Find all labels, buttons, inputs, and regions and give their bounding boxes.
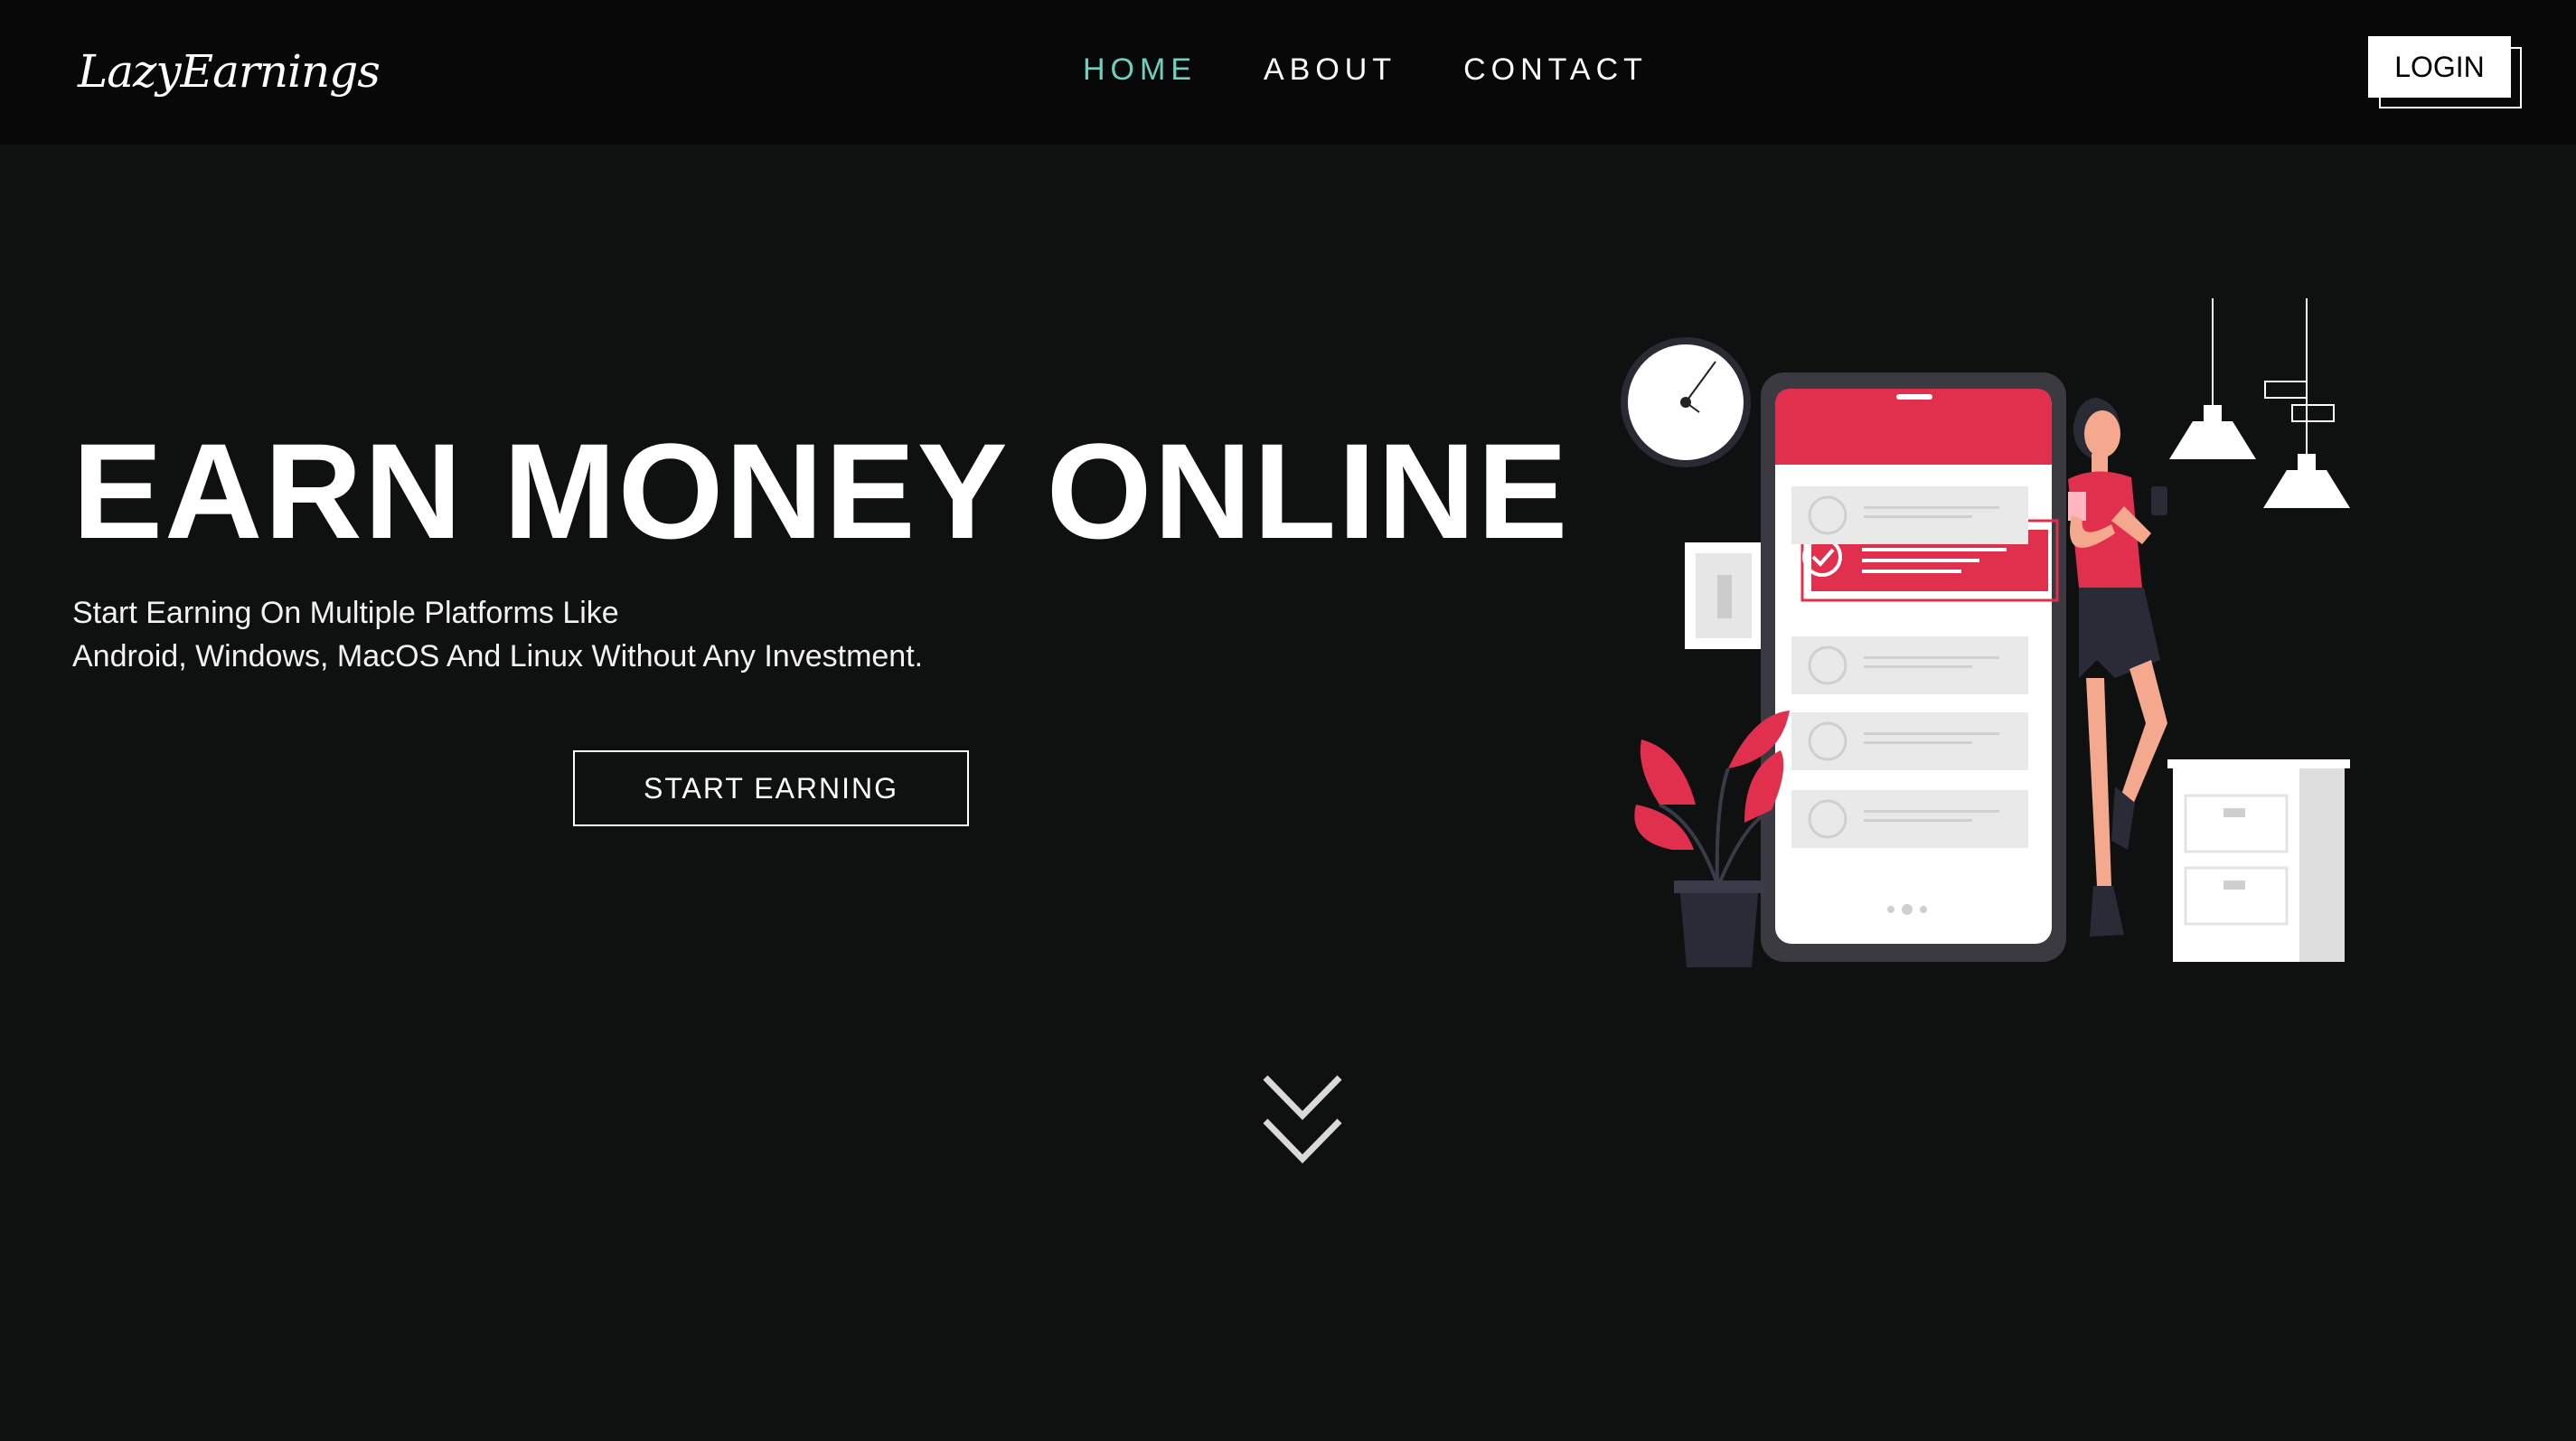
login-button[interactable]: LOGIN [2368, 36, 2511, 98]
person-icon [2068, 398, 2167, 937]
nav-about[interactable]: ABOUT [1264, 52, 1396, 88]
login-button-wrapper: LOGIN [2368, 36, 2522, 108]
double-chevron-down-icon[interactable] [1262, 1072, 1343, 1166]
phone-icon [1761, 372, 2066, 962]
nav-home[interactable]: HOME [1083, 52, 1197, 88]
logo[interactable]: LazyEarnings [78, 45, 381, 98]
nav-contact[interactable]: CONTACT [1463, 52, 1648, 88]
main-nav: HOME ABOUT CONTACT [1083, 52, 1648, 88]
hero-title: EARN MONEY ONLINE [72, 415, 1570, 567]
start-earning-button[interactable]: START EARNING [573, 750, 969, 826]
wall-frame-icon [1685, 542, 1763, 649]
hero-subtitle: Start Earning On Multiple Platforms Like… [72, 591, 923, 678]
cabinet-icon [2167, 759, 2350, 962]
hero-illustration [1621, 298, 2350, 967]
hero-subtitle-line-2: Android, Windows, MacOS And Linux Withou… [72, 639, 924, 673]
hero-subtitle-line-1: Start Earning On Multiple Platforms Like [72, 596, 619, 630]
clock-icon [1621, 337, 1751, 467]
top-navbar: LazyEarnings HOME ABOUT CONTACT LOGIN [0, 0, 2576, 145]
lamp-icon [2169, 298, 2350, 508]
